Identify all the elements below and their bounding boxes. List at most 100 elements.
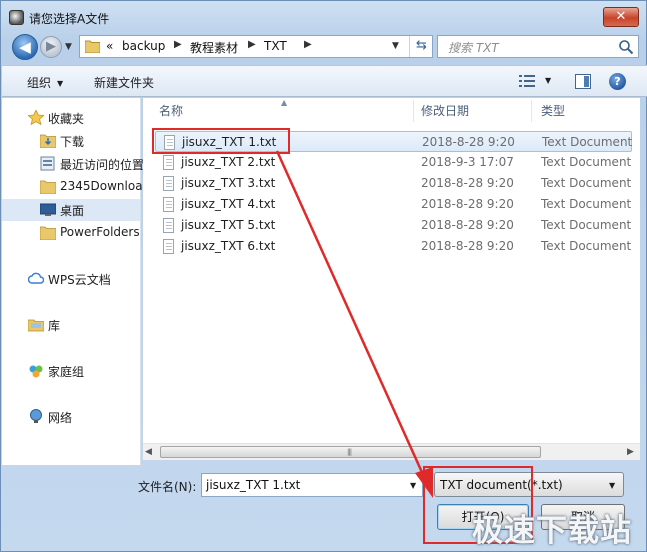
breadcrumb-separator-icon[interactable]: ▶ [248,39,256,50]
file-date: 2018-8-28 9:20 [421,176,514,190]
homegroup-icon [29,365,43,378]
file-row[interactable]: jisuxz_TXT 6.txt 2018-8-28 9:20 Text Doc… [155,236,632,257]
highlight-box-file [152,128,290,154]
filename-value: jisuxz_TXT 1.txt [206,478,301,492]
file-name: jisuxz_TXT 5.txt [181,218,276,232]
folder-icon [40,226,56,240]
search-icon[interactable] [618,39,634,55]
view-dropdown-icon[interactable]: ▼ [545,76,551,85]
help-icon[interactable]: ? [609,73,626,90]
file-type: Text Document [541,155,632,169]
nav-item-label: 网络 [48,411,73,425]
watermark: 极速下载站 [472,513,632,549]
cloud-icon [28,272,44,284]
column-divider[interactable] [531,100,532,122]
file-date: 2018-8-28 9:20 [421,197,514,211]
preview-pane-icon[interactable] [575,74,591,89]
close-button[interactable]: ✕ [603,7,639,27]
nav-item-label: PowerFolders [60,225,140,239]
navigation-pane: 收藏夹 下载 最近访问的位置 2345Downloa 桌面 PowerFolde… [2,98,145,465]
file-date: 2018-8-28 9:20 [421,218,514,232]
file-type: Text Document [541,239,632,253]
star-icon [28,110,44,125]
text-file-icon [163,239,174,254]
file-date: 2018-9-3 17:07 [421,155,514,169]
file-name: jisuxz_TXT 2.txt [181,155,276,169]
nav-item-label: 桌面 [60,204,85,218]
breadcrumb-txt[interactable]: TXT [264,39,287,53]
file-type: Text Document [541,176,632,190]
column-header-name[interactable]: 名称 [159,98,183,124]
file-name: jisuxz_TXT 6.txt [181,239,276,253]
address-bar[interactable]: « backup ▶ 教程素材 ▶ TXT ▶ ▼ ⇆ [79,35,433,58]
chevron-down-icon[interactable]: ▼ [410,481,416,490]
breadcrumb-separator-icon[interactable]: ▶ [174,39,182,50]
file-name: jisuxz_TXT 4.txt [181,197,276,211]
nav-item-label: WPS云文档 [48,273,111,287]
column-header-date[interactable]: 修改日期 [421,98,469,124]
new-folder-button[interactable]: 新建文件夹 [94,74,154,91]
scrollbar-thumb[interactable]: ||| [160,446,541,458]
refresh-icon: ⇆ [416,38,427,53]
text-file-icon [163,155,174,170]
file-row[interactable]: jisuxz_TXT 3.txt 2018-8-28 9:20 Text Doc… [155,173,632,194]
file-date: 2018-8-28 9:20 [421,239,514,253]
text-file-icon [163,176,174,191]
text-file-icon [163,218,174,233]
library-icon [28,319,44,332]
file-row[interactable]: jisuxz_TXT 5.txt 2018-8-28 9:20 Text Doc… [155,215,632,236]
filename-label: 文件名(N): [138,480,197,494]
file-row[interactable]: jisuxz_TXT 2.txt 2018-9-3 17:07 Text Doc… [155,152,632,173]
nav-item-desktop[interactable]: 桌面 [2,199,140,221]
network-icon [30,409,42,423]
breadcrumb-overflow[interactable]: « [106,39,113,53]
address-dropdown-icon[interactable]: ▼ [392,41,399,51]
download-folder-icon [40,134,56,148]
organize-label: 组织 [27,76,52,90]
file-date: 2018-8-28 9:20 [422,135,515,149]
grip-icon: ||| [347,448,352,456]
organize-menu[interactable]: 组织 ▼ [27,74,63,91]
folder-icon [40,180,56,194]
column-header-type[interactable]: 类型 [541,98,565,124]
chevron-down-icon: ▼ [609,481,616,490]
breadcrumb-separator-icon[interactable]: ▶ [304,39,312,50]
folder-icon [85,40,100,53]
view-options-icon[interactable] [519,74,535,88]
breadcrumb-backup[interactable]: backup [122,39,165,53]
file-type: Text Document [541,197,632,211]
horizontal-scrollbar[interactable]: ◀ ||| ▶ [143,443,640,460]
recent-places-icon [40,156,55,171]
app-icon [9,10,24,25]
column-divider[interactable] [413,100,414,122]
scroll-right-icon[interactable]: ▶ [627,447,634,457]
search-box[interactable]: 搜索 TXT [437,35,639,58]
forward-arrow-icon: ▶ [46,39,56,54]
nav-item-label: 收藏夹 [48,112,85,126]
search-placeholder: 搜索 TXT [448,41,499,55]
nav-item-label: 2345Downloa [60,179,143,193]
file-name: jisuxz_TXT 3.txt [181,176,276,190]
back-button[interactable]: ◀ [12,34,38,60]
nav-item-label: 下载 [60,135,85,149]
forward-button[interactable]: ▶ [40,36,62,58]
file-type: Text Document [541,218,632,232]
refresh-button[interactable]: ⇆ [409,36,433,57]
file-type: Text Document [542,135,633,149]
nav-item-label: 库 [48,319,61,333]
sort-ascending-icon: ▲ [281,98,288,107]
nav-item-label: 最近访问的位置 [60,158,145,172]
chevron-down-icon: ▼ [57,79,64,88]
file-open-dialog: 请您选择A文件 ✕ ◀ ▶ ▼ « backup ▶ 教程素材 ▶ TXT ▶ … [0,0,647,552]
back-arrow-icon: ◀ [19,38,31,56]
filename-input[interactable]: jisuxz_TXT 1.txt ▼ [201,473,423,497]
breadcrumb-tutorial[interactable]: 教程素材 [190,39,238,56]
desktop-icon [40,203,56,216]
file-row[interactable]: jisuxz_TXT 4.txt 2018-8-28 9:20 Text Doc… [155,194,632,215]
window-title: 请您选择A文件 [29,12,110,26]
text-file-icon [163,197,174,212]
scroll-left-icon[interactable]: ◀ [145,447,152,457]
nav-item-label: 家庭组 [48,365,85,379]
recent-locations-dropdown[interactable]: ▼ [65,42,72,52]
command-bar: 组织 ▼ 新建文件夹 ▼ ? [2,65,647,97]
